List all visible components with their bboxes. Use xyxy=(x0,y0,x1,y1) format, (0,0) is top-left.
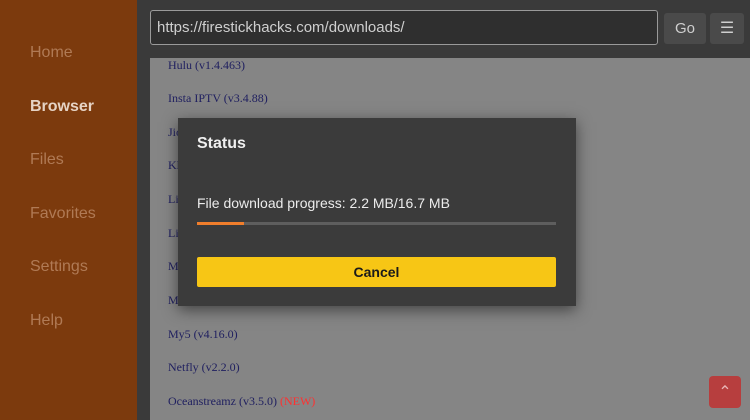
sidebar-item-browser[interactable]: Browser xyxy=(30,98,94,116)
list-item[interactable]: Netfly (v2.2.0) xyxy=(168,360,240,375)
list-item[interactable]: My5 (v4.16.0) xyxy=(168,327,238,342)
hamburger-icon: ☰ xyxy=(719,20,735,37)
progress-bar-fill xyxy=(197,222,245,225)
dialog-title: Status xyxy=(197,135,246,152)
list-item-label: Oceanstreamz (v3.5.0) xyxy=(168,394,277,408)
new-badge: (NEW) xyxy=(279,394,316,408)
go-button[interactable]: Go xyxy=(664,13,706,44)
download-progress-text: File download progress: 2.2 MB/16.7 MB xyxy=(197,195,450,211)
progress-bar xyxy=(197,222,556,225)
status-dialog: Status File download progress: 2.2 MB/16… xyxy=(178,118,576,306)
sidebar-item-files[interactable]: Files xyxy=(30,151,64,169)
url-input[interactable]: https://firestickhacks.com/downloads/ xyxy=(150,10,658,45)
list-item[interactable]: Hulu (v1.4.463) xyxy=(168,58,245,73)
sidebar-item-favorites[interactable]: Favorites xyxy=(30,205,96,223)
cancel-button[interactable]: Cancel xyxy=(197,257,556,287)
list-item[interactable]: Oceanstreamz (v3.5.0) (NEW) xyxy=(168,394,315,409)
url-text: https://firestickhacks.com/downloads/ xyxy=(157,19,405,36)
sidebar: Home Browser Files Favorites Settings He… xyxy=(0,0,137,420)
sidebar-item-home[interactable]: Home xyxy=(30,44,73,62)
sidebar-item-settings[interactable]: Settings xyxy=(30,258,88,276)
sidebar-item-help[interactable]: Help xyxy=(30,312,63,330)
chevron-up-icon: ⌃ xyxy=(718,384,732,401)
menu-button[interactable]: ☰ xyxy=(710,13,744,44)
list-item[interactable]: Insta IPTV (v3.4.88) xyxy=(168,91,268,106)
scroll-top-button[interactable]: ⌃ xyxy=(709,376,741,408)
